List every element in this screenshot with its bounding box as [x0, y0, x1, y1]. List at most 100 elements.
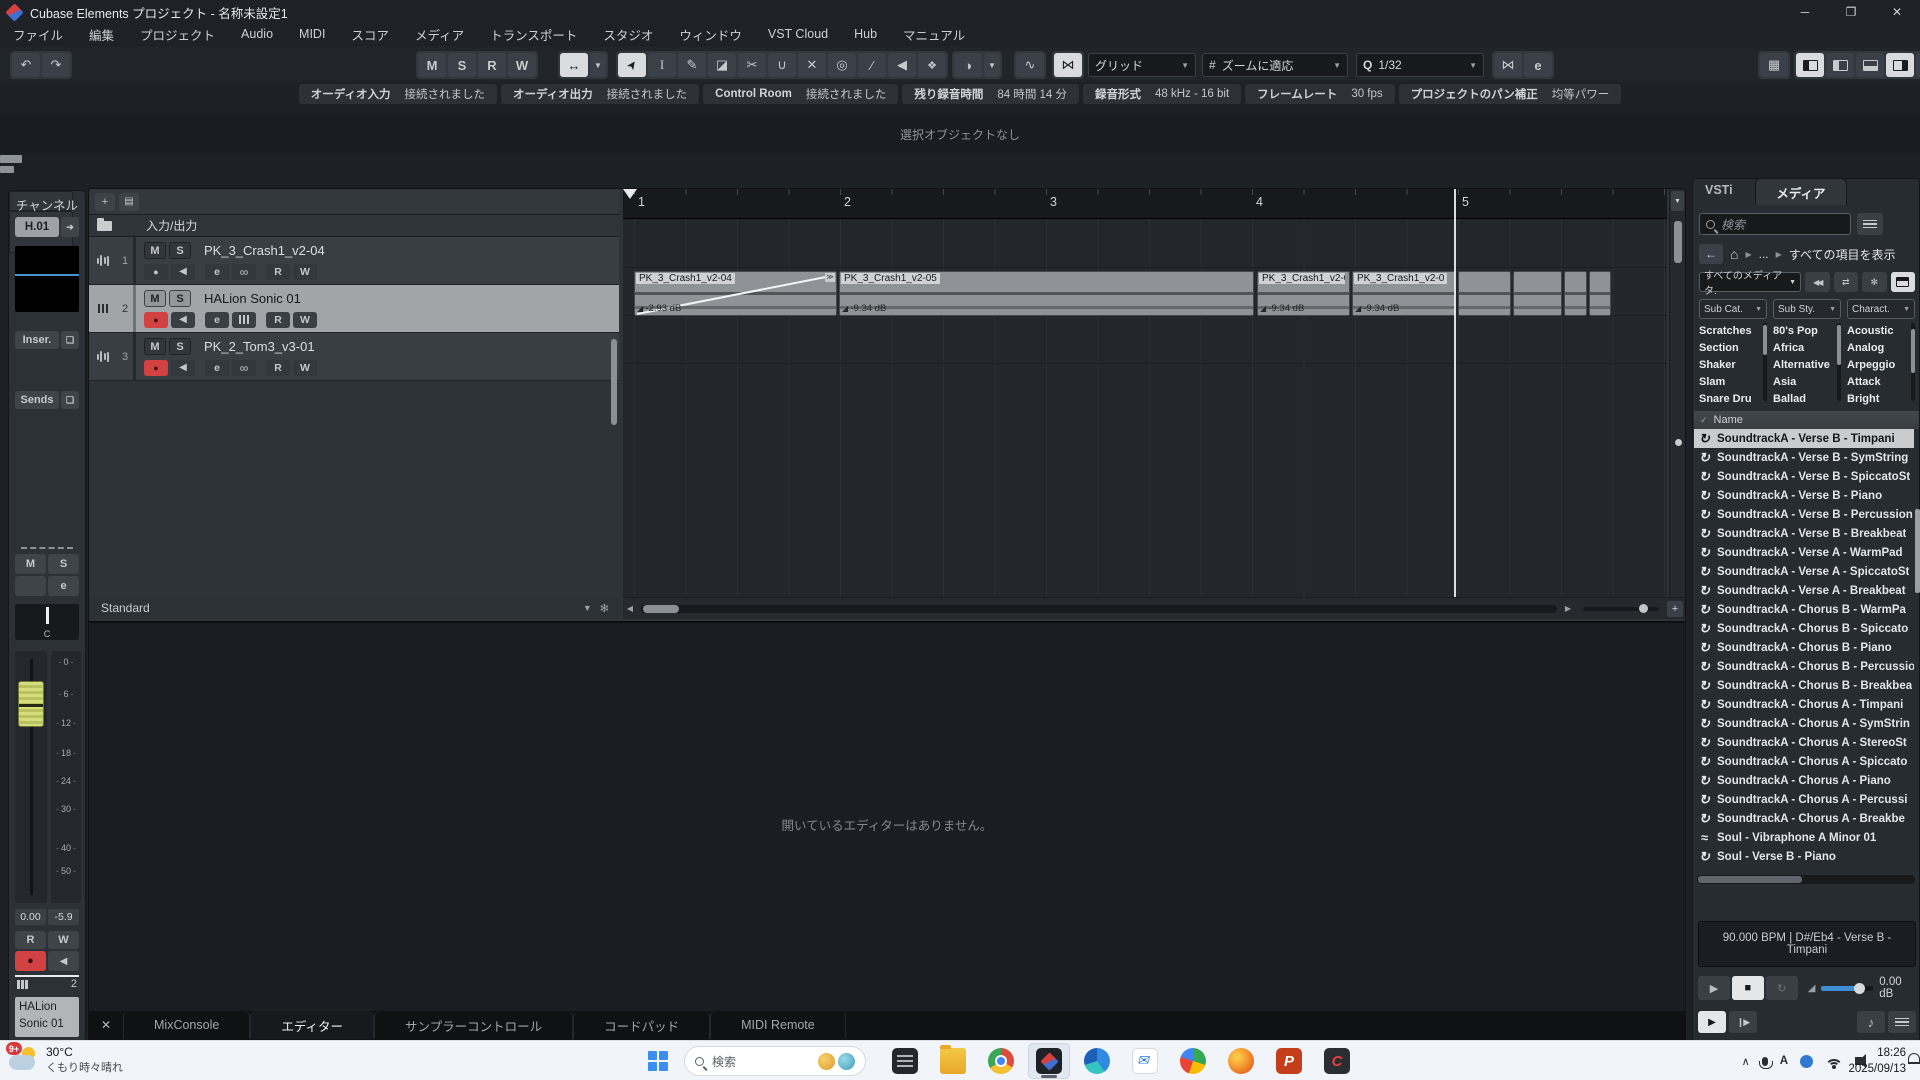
channel-preset-button[interactable]: H.01 — [15, 217, 59, 237]
taskbar-search-box[interactable]: 検索 — [684, 1046, 866, 1076]
play-in-project-button[interactable] — [1857, 1011, 1885, 1033]
edit-channel-button[interactable]: e — [205, 312, 229, 328]
menu-item[interactable]: ファイル — [0, 25, 76, 44]
menu-item[interactable]: プロジェクト — [127, 25, 228, 44]
filter-item[interactable]: Bright — [1847, 391, 1915, 405]
read-all-button[interactable]: R — [478, 53, 506, 77]
filter-item[interactable]: Alternative — [1773, 357, 1841, 374]
project-cursor[interactable] — [1454, 189, 1456, 597]
menu-item[interactable]: トランスポート — [477, 25, 590, 44]
quantize-select[interactable]: Q 1/32▼ — [1356, 53, 1484, 77]
edit-channel-button[interactable]: e — [205, 360, 229, 376]
hscroll-thumb[interactable] — [643, 605, 679, 613]
taskbar-app-explorer[interactable] — [932, 1043, 974, 1079]
media-result-row[interactable]: SoundtrackA - Chorus A - Percussi — [1694, 790, 1914, 809]
write-automation-button[interactable]: W — [293, 264, 317, 280]
media-result-row[interactable]: SoundtrackA - Chorus A - StereoSt — [1694, 733, 1914, 752]
media-result-row[interactable]: SoundtrackA - Verse A - SpiccatoSt — [1694, 562, 1914, 581]
breadcrumb-ellipsis[interactable]: ... — [1759, 247, 1769, 261]
preview-play-button[interactable] — [1698, 976, 1730, 1000]
auto-scroll-dropdown[interactable]: ▼ — [590, 53, 606, 77]
media-result-row[interactable]: SoundtrackA - Verse B - Breakbeat — [1694, 524, 1914, 543]
right-zone-toggle[interactable] — [1886, 53, 1914, 77]
taskbar-app-powerpoint[interactable]: P — [1268, 1043, 1310, 1079]
auto-scroll-button[interactable] — [560, 53, 588, 77]
record-enable-button[interactable] — [144, 312, 168, 328]
setup-toolbar-button[interactable] — [1916, 53, 1920, 77]
media-result-row[interactable]: SoundtrackA - Verse B - Timpani — [1694, 429, 1914, 448]
scroll-left-arrow[interactable]: ◀ — [623, 604, 637, 613]
results-view-button[interactable] — [1857, 213, 1883, 235]
write-all-button[interactable]: W — [508, 53, 536, 77]
taskbar-app-firefox[interactable] — [1220, 1043, 1262, 1079]
mute-tool[interactable] — [798, 53, 826, 77]
menu-item[interactable]: メディア — [402, 25, 477, 44]
minimize-button[interactable]: ─ — [1782, 0, 1828, 24]
onscreen-keyboard-button[interactable] — [1760, 53, 1788, 77]
home-icon[interactable] — [1730, 246, 1738, 262]
media-result-row[interactable]: SoundtrackA - Verse B - Percussion — [1694, 505, 1914, 524]
notification-bell-icon[interactable] — [1908, 1053, 1920, 1064]
menu-item[interactable]: スコア — [338, 25, 402, 44]
audio-event-slice[interactable] — [1589, 271, 1611, 316]
timeline-ruler[interactable]: 12345 — [623, 189, 1667, 219]
track-row-3[interactable]: 3 M S PK_2_Tom3_v3-01 e R W — [89, 333, 619, 381]
filter-scrollbar[interactable] — [1911, 323, 1915, 401]
menu-item[interactable]: MIDI — [286, 27, 338, 41]
media-result-row[interactable]: SoundtrackA - Chorus B - Piano — [1694, 638, 1914, 657]
ime-indicator[interactable]: A — [1780, 1055, 1788, 1067]
media-result-row[interactable]: SoundtrackA - Chorus A - Piano — [1694, 771, 1914, 790]
draw-tool[interactable] — [678, 53, 706, 77]
audio-event[interactable]: PK_3_Crash1_v2-0 -9.34 dB — [1257, 271, 1350, 316]
track-mute-button[interactable]: M — [144, 242, 166, 259]
maximize-button[interactable]: ❐ — [1828, 0, 1874, 24]
filter-item[interactable]: Slam — [1699, 374, 1767, 391]
taskbar-app-chrome[interactable] — [980, 1043, 1022, 1079]
color-dropdown[interactable]: ▼ — [984, 53, 1000, 77]
audio-event-slice[interactable] — [1513, 271, 1562, 316]
mute-all-button[interactable]: M — [418, 53, 446, 77]
audio-event[interactable]: PK_3_Crash1_v2-04 ≫ -2.93 dB — [634, 271, 837, 316]
lower-zone-tab[interactable]: サンプラーコントロール — [374, 1011, 573, 1039]
line-tool[interactable] — [858, 53, 886, 77]
filter-item[interactable]: Section — [1699, 340, 1767, 357]
filter-item[interactable]: Scratches — [1699, 323, 1767, 340]
taskbar-weather-widget[interactable]: 9+ 30°C くもり時々晴れ — [8, 1045, 123, 1075]
media-result-row[interactable]: SoundtrackA - Verse A - Breakbeat — [1694, 581, 1914, 600]
channel-monitor-button[interactable] — [48, 951, 79, 971]
track-name[interactable]: PK_2_Tom3_v3-01 — [204, 339, 315, 354]
track-solo-button[interactable]: S — [169, 290, 191, 307]
lower-zone-tab[interactable]: エディター — [250, 1011, 374, 1039]
redo-button[interactable] — [42, 53, 70, 77]
sends-rack-icon[interactable] — [61, 391, 79, 409]
shuffle-button[interactable] — [1834, 272, 1859, 292]
edit-channel-button[interactable]: e — [205, 264, 229, 280]
audio-event-slice[interactable] — [1458, 271, 1511, 316]
preview-volume-slider[interactable] — [1821, 986, 1873, 991]
menu-item[interactable]: Audio — [228, 27, 286, 41]
channel-zone-toggle[interactable] — [1826, 53, 1854, 77]
record-enable-button[interactable] — [144, 360, 168, 376]
media-type-select[interactable]: すべてのメディアタ.▼ — [1699, 272, 1801, 292]
track-visibility-button[interactable] — [119, 193, 139, 211]
audio-event-slice[interactable] — [1564, 271, 1587, 316]
track-mute-button[interactable]: M — [144, 290, 166, 307]
taskbar-app-browser[interactable] — [1172, 1043, 1214, 1079]
align-beats-toggle[interactable] — [1729, 1011, 1757, 1033]
media-result-row[interactable]: SoundtrackA - Chorus B - Breakbea — [1694, 676, 1914, 695]
sends-label[interactable]: Sends — [15, 391, 59, 409]
filter-item[interactable]: Africa — [1773, 340, 1841, 357]
track-row-2[interactable]: 2 M S HALion Sonic 01 e R W — [89, 285, 619, 333]
zoom-tool[interactable] — [828, 53, 856, 77]
tab-vsti[interactable]: VSTi — [1705, 183, 1733, 197]
range-select-tool[interactable] — [648, 53, 676, 77]
channel-read-button[interactable]: R — [15, 931, 46, 949]
channel-mute-button[interactable]: M — [15, 554, 46, 574]
filter-item[interactable]: 80's Pop — [1773, 323, 1841, 340]
start-button[interactable] — [648, 1051, 668, 1071]
zoom-preset-dot[interactable] — [1675, 439, 1682, 446]
lower-zone-tab[interactable]: MixConsole — [123, 1011, 250, 1039]
filter-item[interactable]: Analog — [1847, 340, 1915, 357]
pan-control[interactable]: C — [15, 604, 79, 640]
filter-subcategory-select[interactable]: Sub Cat.▼ — [1699, 299, 1767, 319]
